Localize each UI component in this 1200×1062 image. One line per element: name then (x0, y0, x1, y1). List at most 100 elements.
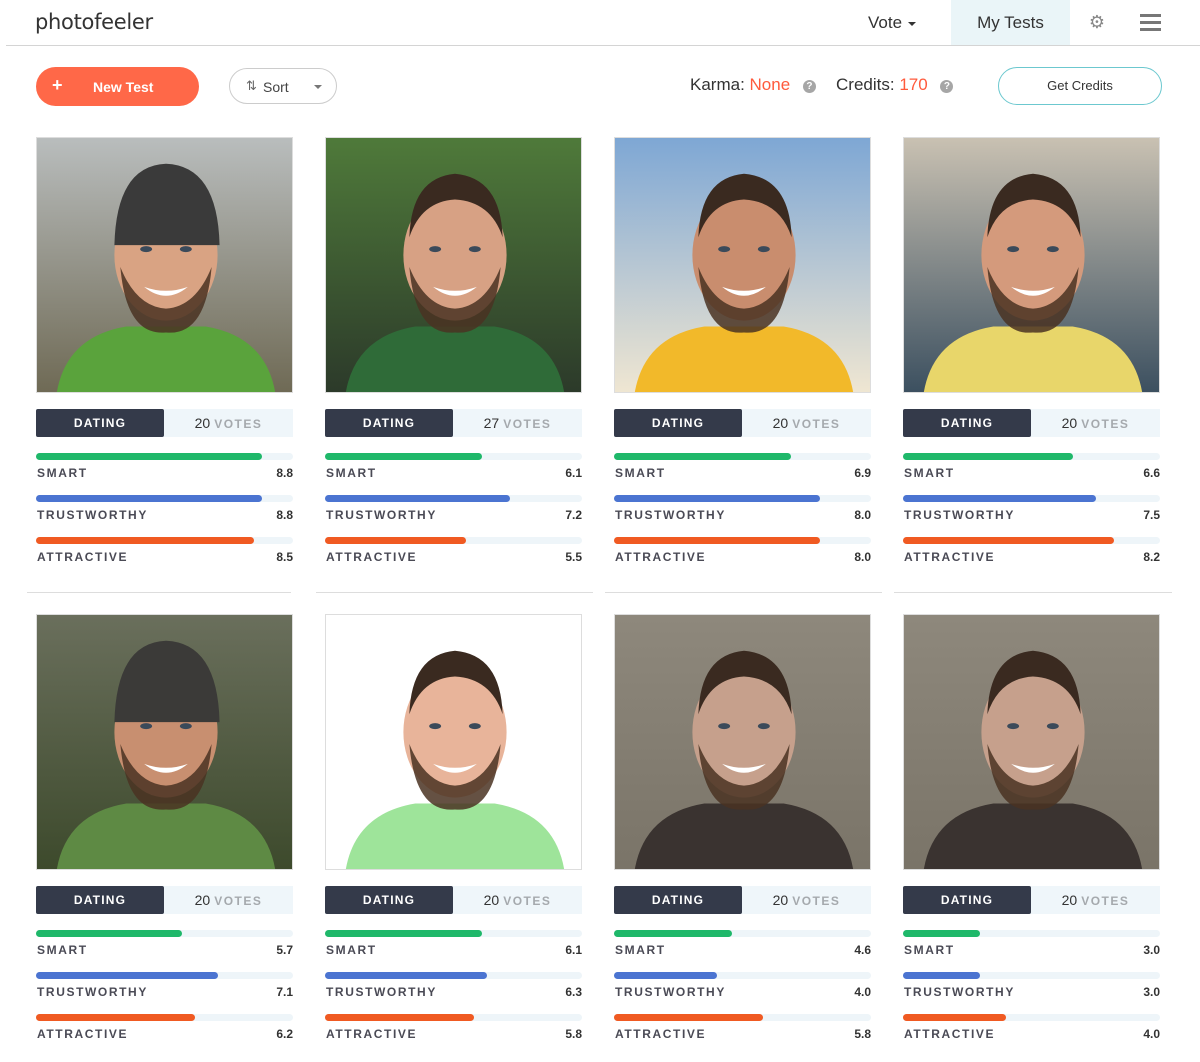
score-bar-track (614, 453, 871, 460)
header-divider (6, 45, 1200, 46)
score-bar-smart (36, 930, 183, 937)
metric-label: ATTRACTIVE (904, 550, 996, 564)
new-test-button[interactable]: + New Test (36, 67, 199, 106)
credits-help-icon[interactable]: ? (940, 80, 954, 93)
score-bar-attractive (903, 1014, 1006, 1021)
score-bar-smart (325, 930, 482, 937)
test-summary: DATING 20 VOTES (36, 886, 293, 914)
test-photo[interactable] (36, 614, 293, 870)
metric-attractive: ATTRACTIVE 8.0 (614, 537, 871, 567)
vote-count: 20 VOTES (453, 886, 582, 914)
credits-label: Credits: (836, 75, 895, 94)
metric-score: 5.8 (565, 1027, 582, 1041)
test-photo[interactable] (614, 614, 871, 870)
metric-label: ATTRACTIVE (615, 550, 707, 564)
metric-label: ATTRACTIVE (37, 550, 129, 564)
score-bar-smart (614, 453, 792, 460)
sort-dropdown[interactable]: ⇅ Sort (229, 68, 337, 104)
metric-attractive: ATTRACTIVE 5.8 (614, 1014, 871, 1044)
metric-attractive: ATTRACTIVE 4.0 (903, 1014, 1160, 1044)
score-bar-attractive (36, 537, 255, 544)
metric-score: 8.0 (854, 508, 871, 522)
score-bar-trustworthy (325, 972, 487, 979)
vote-count-label: VOTES (792, 894, 841, 908)
vote-count-label: VOTES (1081, 894, 1130, 908)
caret-down-icon (908, 21, 917, 26)
score-bar-track (325, 495, 582, 502)
vote-count: 20 VOTES (1031, 886, 1160, 914)
test-summary: DATING 20 VOTES (614, 409, 871, 437)
score-bar-track (36, 495, 293, 502)
score-bar-trustworthy (325, 495, 511, 502)
score-bar-trustworthy (903, 495, 1096, 502)
metric-score: 8.5 (276, 550, 293, 564)
metric-score: 7.5 (1143, 508, 1160, 522)
vote-count: 20 VOTES (1031, 409, 1160, 437)
score-bar-smart (903, 930, 981, 937)
metric-score: 8.0 (854, 550, 871, 564)
vote-count: 27 VOTES (453, 409, 582, 437)
logo[interactable]: photofeeler (35, 10, 153, 34)
metric-score: 8.8 (276, 466, 293, 480)
metric-score: 4.0 (854, 985, 871, 999)
test-summary: DATING 20 VOTES (903, 886, 1160, 914)
metric-label: SMART (326, 943, 377, 957)
test-photo[interactable] (325, 137, 582, 393)
metric-score: 3.0 (1143, 985, 1160, 999)
metric-label: TRUSTWORTHY (615, 508, 726, 522)
score-bar-track (903, 495, 1160, 502)
metric-score: 4.0 (1143, 1027, 1160, 1041)
metric-trustworthy: TRUSTWORTHY 7.1 (36, 972, 293, 1002)
top-navbar: photofeeler Vote My Tests ⚙ (0, 0, 1200, 46)
metric-label: TRUSTWORTHY (904, 985, 1015, 999)
test-photo[interactable] (614, 137, 871, 393)
test-photo[interactable] (325, 614, 582, 870)
metric-trustworthy: TRUSTWORTHY 7.2 (325, 495, 582, 525)
get-credits-button[interactable]: Get Credits (998, 67, 1162, 105)
photo-plaid-shirt-smirk (615, 615, 870, 869)
metric-label: SMART (37, 943, 88, 957)
metric-label: TRUSTWORTHY (326, 508, 437, 522)
metric-smart: SMART 8.8 (36, 453, 293, 483)
vote-count: 20 VOTES (164, 886, 293, 914)
metric-score: 3.0 (1143, 943, 1160, 957)
metric-label: SMART (904, 466, 955, 480)
category-badge: DATING (903, 409, 1031, 437)
vote-count-label: VOTES (792, 417, 841, 431)
score-bar-track (614, 1014, 871, 1021)
test-photo[interactable] (903, 614, 1160, 870)
score-bar-track (36, 930, 293, 937)
test-photo[interactable] (36, 137, 293, 393)
metric-smart: SMART 3.0 (903, 930, 1160, 960)
vote-count-number: 20 (772, 415, 789, 431)
metric-label: TRUSTWORTHY (904, 508, 1015, 522)
score-bar-trustworthy (614, 972, 717, 979)
score-bar-attractive (903, 537, 1114, 544)
photo-white-background-smile (326, 615, 581, 869)
test-summary: DATING 27 VOTES (325, 409, 582, 437)
gear-icon[interactable]: ⚙ (1088, 13, 1106, 31)
score-bar-track (36, 1014, 293, 1021)
metric-smart: SMART 6.6 (903, 453, 1160, 483)
nav-my-tests[interactable]: My Tests (951, 0, 1070, 45)
score-bar-attractive (36, 1014, 196, 1021)
metric-score: 6.9 (854, 466, 871, 480)
metric-label: SMART (615, 943, 666, 957)
caret-down-icon (314, 85, 322, 89)
metric-trustworthy: TRUSTWORTHY 8.8 (36, 495, 293, 525)
nav-vote-dropdown[interactable]: Vote (868, 0, 917, 45)
metric-label: ATTRACTIVE (37, 1027, 129, 1041)
test-summary: DATING 20 VOTES (325, 886, 582, 914)
sort-label: Sort (263, 79, 289, 95)
metric-label: TRUSTWORTHY (615, 985, 726, 999)
metric-attractive: ATTRACTIVE 5.8 (325, 1014, 582, 1044)
score-bar-track (325, 453, 582, 460)
karma-help-icon[interactable]: ? (802, 80, 816, 93)
category-badge: DATING (36, 409, 164, 437)
vote-count-number: 27 (483, 415, 500, 431)
category-badge: DATING (325, 886, 453, 914)
hamburger-menu-icon[interactable] (1140, 14, 1161, 32)
vote-count: 20 VOTES (742, 409, 871, 437)
metric-smart: SMART 6.1 (325, 930, 582, 960)
test-photo[interactable] (903, 137, 1160, 393)
